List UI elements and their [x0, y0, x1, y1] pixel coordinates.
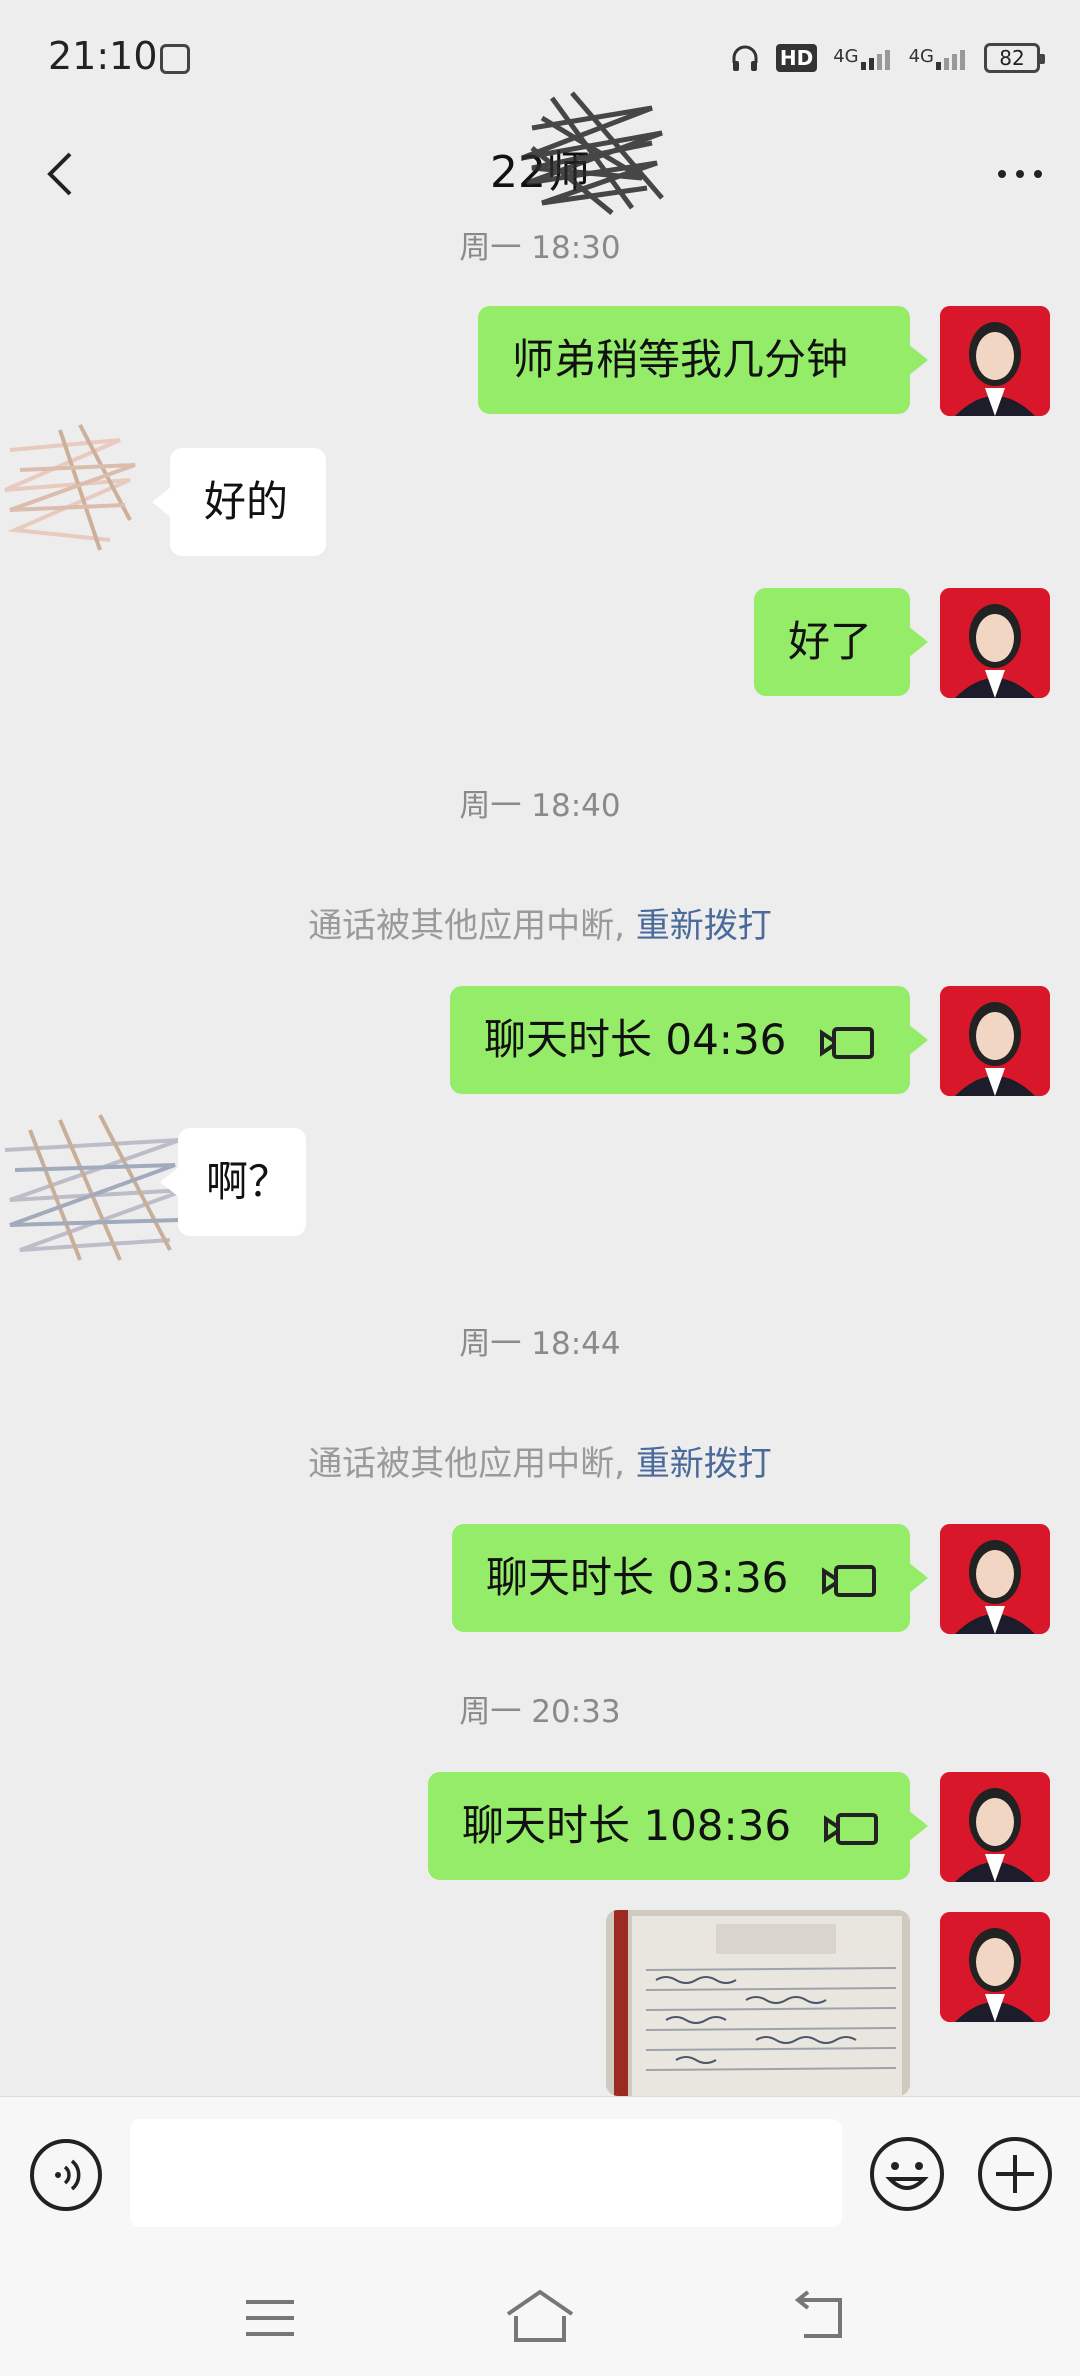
system-nav-bar [0, 2254, 1080, 2376]
system-message: 通话被其他应用中断, 重新拨打 [308, 906, 772, 946]
avatar-other[interactable] [0, 420, 140, 560]
message-bubble-received[interactable]: 好的 [152, 448, 326, 556]
hd-badge: HD [775, 44, 818, 72]
emoji-icon[interactable] [868, 2135, 946, 2213]
video-call-icon [824, 1812, 879, 1845]
menu-icon[interactable] [240, 2294, 300, 2342]
home-icon[interactable] [502, 2286, 578, 2346]
avatar[interactable] [940, 1524, 1050, 1634]
image-message[interactable] [606, 1910, 910, 2096]
video-call-icon [821, 1564, 876, 1597]
battery-indicator: 82 [984, 43, 1045, 73]
network-4g-2: 4G [909, 46, 968, 70]
message-bubble-received[interactable]: 啊？ [160, 1128, 306, 1236]
add-icon[interactable] [976, 2135, 1054, 2213]
avatar[interactable] [940, 1772, 1050, 1882]
headphones-icon [732, 45, 758, 71]
timestamp: 周一 18:40 [459, 788, 621, 824]
message-bubble-sent[interactable]: 师弟稍等我几分钟 [478, 306, 928, 414]
message-bubble-sent[interactable]: 好了 [754, 588, 928, 696]
message-input[interactable] [130, 2119, 842, 2227]
signal-icon [860, 50, 890, 70]
video-call-icon [819, 1026, 874, 1059]
call-record-bubble[interactable]: 聊天时长 04:36 [450, 986, 928, 1094]
notification-app-icon [160, 44, 190, 74]
call-record-bubble[interactable]: 聊天时长 03:36 [452, 1524, 928, 1632]
status-time: 21:10 [48, 34, 158, 78]
avatar[interactable] [940, 1912, 1050, 2022]
avatar[interactable] [940, 588, 1050, 698]
input-bar [0, 2096, 1080, 2255]
network-4g-1: 4G [833, 46, 892, 70]
avatar[interactable] [940, 986, 1050, 1096]
timestamp: 周一 18:44 [459, 1326, 621, 1362]
voice-input-icon[interactable] [28, 2137, 104, 2213]
more-options-icon[interactable] [990, 144, 1050, 204]
redial-link[interactable]: 重新拨打 [636, 906, 772, 946]
timestamp: 周一 20:33 [459, 1694, 621, 1730]
redial-link[interactable]: 重新拨打 [636, 1444, 772, 1484]
timestamp: 周一 18:30 [459, 230, 621, 266]
signal-icon-2 [936, 50, 965, 70]
redaction-scribble [521, 91, 664, 215]
avatar[interactable] [940, 306, 1050, 416]
system-message: 通话被其他应用中断, 重新拨打 [308, 1444, 772, 1484]
status-indicators: HD 4G 4G 82 [730, 36, 1045, 80]
back-icon[interactable] [790, 2290, 850, 2342]
chat-header: 22师 [0, 91, 1080, 228]
call-record-bubble[interactable]: 聊天时长 108:36 [428, 1772, 928, 1880]
